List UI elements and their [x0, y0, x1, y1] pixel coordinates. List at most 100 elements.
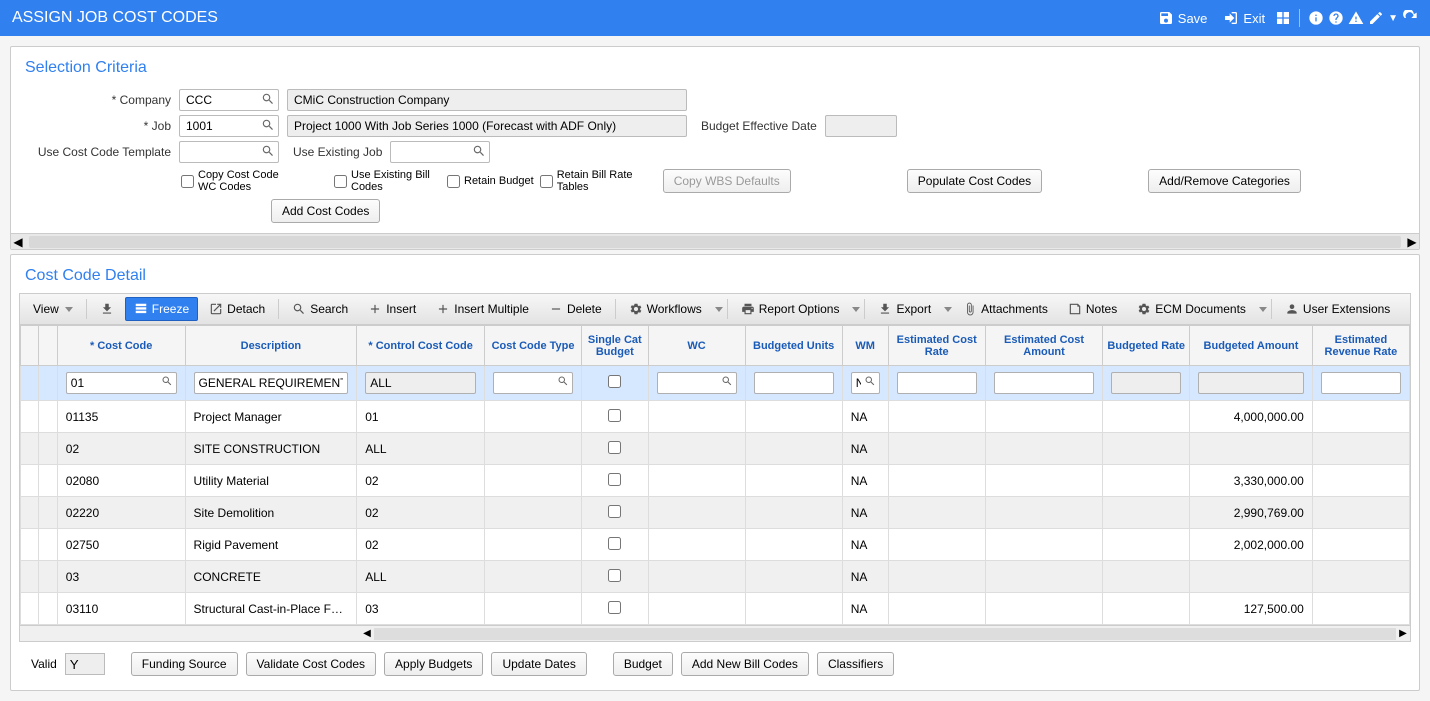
est-rev-rate-cell[interactable] [1312, 593, 1409, 625]
col-budgeted-rate[interactable]: Budgeted Rate [1103, 326, 1190, 366]
retain-bill-checkbox[interactable] [540, 175, 553, 188]
search-icon[interactable] [261, 118, 275, 132]
col-est-rate[interactable]: Estimated Cost Rate [888, 326, 985, 366]
search-icon[interactable] [261, 144, 275, 158]
cc-type-cell[interactable] [484, 433, 581, 465]
delete-button[interactable]: Delete [540, 297, 611, 321]
est-rev-rate-cell[interactable] [1312, 561, 1409, 593]
cc-type-cell[interactable] [484, 497, 581, 529]
est-amount-cell[interactable] [985, 401, 1103, 433]
wm-cell[interactable]: NA [842, 497, 888, 529]
cc-type-cell[interactable] [484, 401, 581, 433]
cost-code-cell[interactable]: 03 [57, 561, 185, 593]
wm-cell[interactable]: NA [842, 433, 888, 465]
description-cell[interactable]: CONCRETE [185, 561, 357, 593]
col-cc-type[interactable]: Cost Code Type [484, 326, 581, 366]
ecm-button[interactable]: ECM Documents [1128, 297, 1255, 321]
cc-type-cell[interactable] [484, 529, 581, 561]
funding-button[interactable]: Funding Source [131, 652, 238, 676]
caret-icon[interactable] [1259, 307, 1267, 312]
add-remove-button[interactable]: Add/Remove Categories [1148, 169, 1301, 193]
grid-icon[interactable] [1275, 10, 1291, 26]
est-rev-rate-cell[interactable] [1312, 401, 1409, 433]
add-bill-button[interactable]: Add New Bill Codes [681, 652, 809, 676]
search-button[interactable]: Search [283, 297, 357, 321]
description-input[interactable] [194, 372, 349, 394]
col-control[interactable]: * Control Cost Code [357, 326, 485, 366]
wc-cell[interactable] [648, 529, 745, 561]
goto-button[interactable] [91, 297, 123, 321]
validate-button[interactable]: Validate Cost Codes [246, 652, 377, 676]
est-amount-cell[interactable] [985, 465, 1103, 497]
insert-button[interactable]: Insert [359, 297, 425, 321]
wm-cell[interactable]: NA [842, 529, 888, 561]
caret-icon[interactable] [852, 307, 860, 312]
description-cell[interactable]: Rigid Pavement [185, 529, 357, 561]
budgeted-units-cell[interactable] [745, 497, 842, 529]
table-row[interactable]: 02 SITE CONSTRUCTION ALL NA [21, 433, 1410, 465]
est-amount-cell[interactable] [985, 561, 1103, 593]
wm-cell[interactable]: NA [842, 561, 888, 593]
table-row[interactable]: 01135 Project Manager 01 NA 4,000,000.00 [21, 401, 1410, 433]
search-icon[interactable] [864, 375, 876, 387]
single-cat-checkbox[interactable] [608, 409, 621, 422]
insert-multiple-button[interactable]: Insert Multiple [427, 297, 538, 321]
cost-code-cell[interactable]: 03110 [57, 593, 185, 625]
wm-cell[interactable]: NA [842, 401, 888, 433]
single-cat-checkbox[interactable] [608, 537, 621, 550]
classifiers-button[interactable]: Classifiers [817, 652, 894, 676]
user-ext-button[interactable]: User Extensions [1276, 297, 1399, 321]
add-codes-button[interactable]: Add Cost Codes [271, 199, 380, 223]
est-rate-cell[interactable] [888, 561, 985, 593]
wc-cell[interactable] [648, 433, 745, 465]
scroll-track[interactable] [29, 236, 1401, 248]
search-icon[interactable] [161, 375, 173, 387]
wc-cell[interactable] [648, 465, 745, 497]
wc-cell[interactable] [648, 593, 745, 625]
table-row[interactable] [21, 366, 1410, 401]
dropdown-caret[interactable]: ▼ [1388, 13, 1398, 24]
single-cat-checkbox[interactable] [608, 375, 621, 388]
est-rev-rate-cell[interactable] [1312, 529, 1409, 561]
caret-icon[interactable] [715, 307, 723, 312]
col-description[interactable]: Description [185, 326, 357, 366]
single-cat-checkbox[interactable] [608, 569, 621, 582]
single-cat-checkbox[interactable] [608, 505, 621, 518]
workflows-button[interactable]: Workflows [620, 297, 711, 321]
wm-cell[interactable]: NA [842, 593, 888, 625]
wc-cell[interactable] [648, 497, 745, 529]
freeze-button[interactable]: Freeze [125, 297, 198, 321]
wm-cell[interactable]: NA [842, 465, 888, 497]
retain-budget-checkbox[interactable] [447, 175, 460, 188]
table-row[interactable]: 03 CONCRETE ALL NA [21, 561, 1410, 593]
budgeted-units-input[interactable] [754, 372, 834, 394]
populate-button[interactable]: Populate Cost Codes [907, 169, 1042, 193]
est-rev-rate-cell[interactable] [1312, 497, 1409, 529]
scroll-track[interactable] [374, 628, 1396, 640]
scroll-right-icon[interactable]: ▶ [1396, 628, 1410, 639]
est-rev-rate-input[interactable] [1321, 372, 1401, 394]
col-budgeted-units[interactable]: Budgeted Units [745, 326, 842, 366]
scroll-left-icon[interactable]: ◀ [360, 628, 374, 639]
edit-icon[interactable] [1368, 10, 1384, 26]
est-amount-cell[interactable] [985, 593, 1103, 625]
cost-code-cell[interactable]: 01135 [57, 401, 185, 433]
search-icon[interactable] [261, 92, 275, 106]
table-row[interactable]: 02220 Site Demolition 02 NA 2,990,769.00 [21, 497, 1410, 529]
table-row[interactable]: 03110 Structural Cast-in-Place Forms 03 … [21, 593, 1410, 625]
budgeted-units-cell[interactable] [745, 465, 842, 497]
view-menu[interactable]: View [24, 297, 82, 321]
col-cost-code[interactable]: * Cost Code [57, 326, 185, 366]
help-icon[interactable] [1328, 10, 1344, 26]
scroll-right-icon[interactable]: ▶ [1405, 235, 1419, 249]
report-options-button[interactable]: Report Options [732, 297, 849, 321]
export-button[interactable]: Export [869, 297, 940, 321]
notes-button[interactable]: Notes [1059, 297, 1126, 321]
scroll-left-icon[interactable]: ◀ [11, 235, 25, 249]
single-cat-checkbox[interactable] [608, 473, 621, 486]
search-icon[interactable] [557, 375, 569, 387]
est-amount-cell[interactable] [985, 529, 1103, 561]
est-amount-input[interactable] [994, 372, 1095, 394]
est-amount-cell[interactable] [985, 433, 1103, 465]
single-cat-checkbox[interactable] [608, 601, 621, 614]
